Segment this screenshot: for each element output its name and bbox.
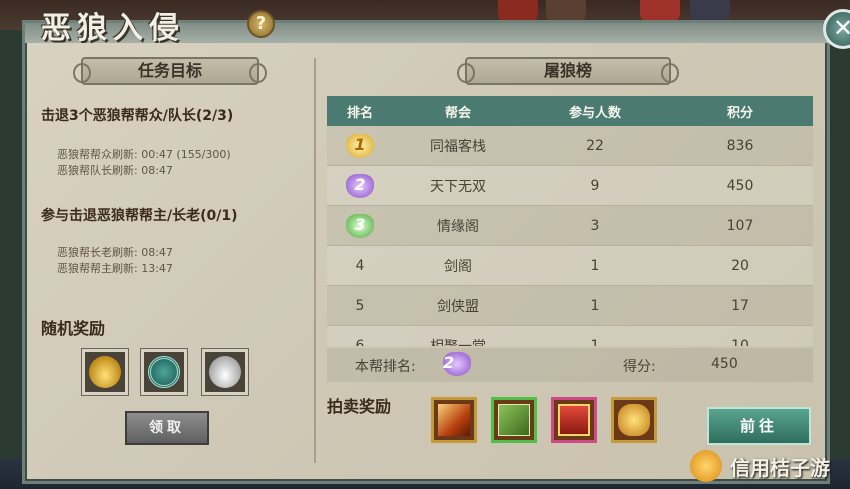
my-score-label: 得分: (623, 359, 656, 375)
member-count: 22 (586, 137, 604, 154)
go-button[interactable]: 前往 (707, 407, 811, 445)
claim-button[interactable]: 领取 (125, 411, 209, 445)
jade-coin-icon (148, 356, 180, 388)
reward-slot[interactable] (141, 349, 187, 395)
book-item-icon (498, 404, 530, 436)
table-row: 3 情缘阁 3 107 (327, 206, 813, 246)
guild-name: 情缘阁 (437, 218, 479, 235)
watermark-text: 信用桔子游 (730, 456, 830, 480)
guild-name: 同福客栈 (430, 138, 486, 155)
task-detail: 恶狼帮长老刷新: 08:47 (57, 246, 173, 259)
rank-number: 5 (355, 297, 365, 314)
member-count: 1 (590, 337, 600, 347)
member-count: 9 (590, 177, 600, 194)
rank-badge-icon: 2 (443, 352, 471, 376)
background-character (546, 0, 586, 22)
auction-item-slot[interactable] (431, 397, 477, 443)
leaderboard-table: 排名 帮会 参与人数 积分 1 同福客栈 22 836 2 天下无双 9 450… (327, 96, 813, 346)
column-header: 参与人数 (568, 105, 621, 121)
chest-item-icon (558, 404, 590, 436)
guild-name: 天下无双 (430, 178, 486, 195)
member-count: 3 (590, 217, 600, 234)
column-header: 帮会 (444, 105, 471, 121)
table-row: 5 剑侠盟 1 17 (327, 286, 813, 326)
rank-badge-icon: 1 (346, 133, 374, 158)
auction-item-slot[interactable] (551, 397, 597, 443)
rank-number: 6 (355, 337, 365, 347)
score: 836 (726, 137, 754, 154)
event-panel: 恶狼入侵 ? ✕ 任务目标 击退3个恶狼帮帮众/队长(2/3) 恶狼帮帮众刷新:… (22, 9, 850, 484)
task-title: 击退3个恶狼帮帮众/队长(2/3) (41, 108, 234, 124)
rank-badge-icon: 3 (346, 213, 374, 238)
background-character (498, 0, 538, 22)
table-header: 排名 帮会 参与人数 积分 (327, 96, 813, 126)
score: 450 (726, 177, 754, 194)
sword-item-icon (438, 404, 470, 436)
column-header: 排名 (346, 105, 373, 121)
score: 10 (731, 337, 749, 347)
task-header: 任务目标 (73, 57, 267, 85)
my-rank-label: 本帮排名: (355, 359, 416, 375)
window-title: 恶狼入侵 (41, 11, 185, 46)
close-button[interactable]: ✕ (823, 9, 850, 49)
background-character (690, 0, 730, 22)
background-character (640, 0, 680, 22)
score: 17 (731, 297, 749, 314)
guild-name: 剑阁 (444, 258, 472, 275)
column-header: 积分 (726, 105, 753, 121)
guild-name: 剑侠盟 (437, 298, 479, 315)
column-divider (314, 58, 316, 463)
leaderboard-header: 屠狼榜 (457, 57, 679, 85)
my-score-value: 450 (711, 356, 738, 372)
task-detail: 恶狼帮队长刷新: 08:47 (57, 164, 173, 177)
table-row: 2 天下无双 9 450 (327, 166, 813, 206)
member-count: 1 (590, 297, 600, 314)
task-detail: 恶狼帮帮众刷新: 00:47 (155/300) (57, 148, 231, 161)
table-row: 4 剑阁 1 20 (327, 246, 813, 286)
guild-name: 相聚一堂 (393, 336, 523, 347)
auction-item-slot[interactable] (611, 397, 657, 443)
rank-number: 4 (355, 257, 365, 274)
bag-item-icon (618, 404, 650, 436)
random-reward-title: 随机奖励 (41, 319, 106, 338)
table-row: 6 相聚一堂 1 10 (327, 326, 813, 346)
table-row: 1 同福客栈 22 836 (327, 126, 813, 166)
auction-item-slot[interactable] (491, 397, 537, 443)
member-count: 1 (590, 257, 600, 274)
my-guild-rank-bar: 本帮排名: 2 得分: 450 (327, 348, 813, 382)
rank-badge-icon: 2 (346, 173, 374, 198)
watermark-logo-icon (690, 450, 722, 482)
score: 20 (731, 257, 749, 274)
help-button[interactable]: ? (247, 10, 275, 38)
score: 107 (726, 217, 754, 234)
task-detail: 恶狼帮帮主刷新: 13:47 (57, 262, 173, 275)
reward-slot[interactable] (202, 349, 248, 395)
task-title: 参与击退恶狼帮帮主/长老(0/1) (41, 208, 238, 224)
gold-ingot-icon (89, 356, 121, 388)
auction-reward-title: 拍卖奖励 (327, 397, 392, 416)
silver-ingot-icon (209, 356, 241, 388)
reward-slot[interactable] (82, 349, 128, 395)
